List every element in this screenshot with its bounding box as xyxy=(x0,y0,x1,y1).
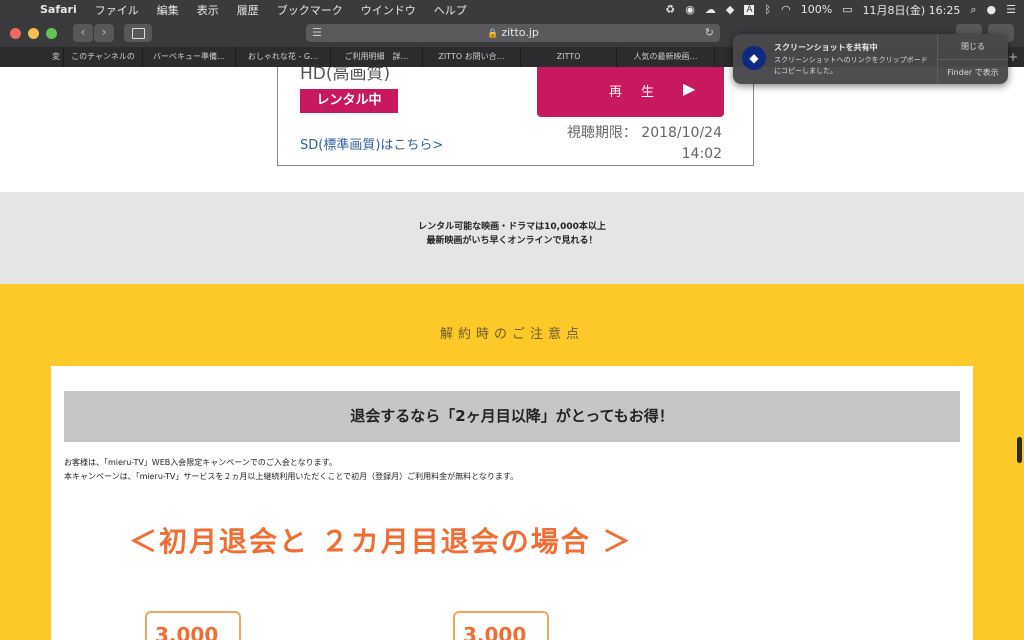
tab-6[interactable]: ZITTO お問い合… xyxy=(423,47,521,67)
menu-bar: Safari ファイル 編集 表示 履歴 ブックマーク ウインドウ ヘルプ ♻ … xyxy=(0,0,1024,19)
url-text: zitto.jp xyxy=(501,26,539,39)
price-box-left: 3,000 xyxy=(145,611,241,640)
viewing-limit-time: 14:02 xyxy=(681,146,722,162)
cancel-section: 解約時のご注意点 退会するなら「2ヶ月目以降」がとってもお得！ お客様は、「mi… xyxy=(0,284,1024,640)
extension-icon[interactable]: ♻ xyxy=(665,3,675,16)
note-line-2: 本キャンペーンは、「mieru-TV」サービスを２ヵ月以上継続利用いただくことで… xyxy=(64,472,519,481)
tab-2[interactable]: このチャンネルの xyxy=(64,47,143,67)
address-bar[interactable]: ☰ 🔒 zitto.jp ↻ xyxy=(306,24,720,42)
back-button[interactable]: ‹ xyxy=(73,24,93,42)
comparison-heading: ＜初月退会と ２カ月目退会の場合 ＞ xyxy=(129,525,633,558)
siri-icon[interactable]: ● xyxy=(987,3,997,16)
spotlight-icon[interactable]: ⌕ xyxy=(970,3,976,17)
notification-title: スクリーンショットを共有中 xyxy=(774,43,878,52)
screenshot-notification: ◆ スクリーンショットを共有中 スクリーンショットへのリンクをクリップボードにコ… xyxy=(733,34,1008,84)
notification-body: スクリーンショットへのリンクをクリップボードにコピーしました。 xyxy=(774,56,928,75)
nav-buttons: ‹ › xyxy=(73,24,114,42)
promo-line-1: レンタル可能な映画・ドラマは10,000本以上 xyxy=(418,222,606,232)
menu-file[interactable]: ファイル xyxy=(95,2,139,18)
minimize-window-icon[interactable] xyxy=(28,27,39,39)
dropbox-status-icon[interactable]: ◆ xyxy=(726,3,734,16)
cancel-info-card: 退会するなら「2ヶ月目以降」がとってもお得！ お客様は、「mieru-TV」WE… xyxy=(51,366,973,640)
price-right: 3,000 xyxy=(463,623,527,640)
sd-quality-link[interactable]: SD(標準画質)はこちら> xyxy=(300,134,443,153)
cloud-icon[interactable]: ☁ xyxy=(705,3,716,16)
web-page: HD(高画質) レンタル中 SD(標準画質)はこちら> 再 生 ▶ 視聴期限： … xyxy=(0,67,1024,640)
show-in-finder-button[interactable]: Finder で表示 xyxy=(938,59,1008,84)
app-menu[interactable]: Safari xyxy=(40,3,77,16)
cc-icon[interactable]: ◉ xyxy=(685,3,695,16)
play-label: 再 生 xyxy=(609,85,658,100)
quality-label: HD(高画質) xyxy=(300,67,391,84)
price-box-right: 3,000 xyxy=(453,611,549,640)
window-controls xyxy=(10,27,57,39)
tab-1[interactable]: 変 xyxy=(0,47,64,67)
section-title: 解約時のご注意点 xyxy=(439,327,584,342)
viewing-limit-date: 視聴期限： 2018/10/24 xyxy=(566,125,722,141)
close-button[interactable]: 閉じる xyxy=(938,34,1008,59)
dropbox-icon: ◆ xyxy=(742,46,766,70)
reader-icon[interactable]: ☰ xyxy=(312,24,322,42)
menu-help[interactable]: ヘルプ xyxy=(434,2,467,18)
promo-line-2: 最新映画がいち早くオンラインで見れる！ xyxy=(426,236,598,246)
status-area: ♻ ◉ ☁ ◆ A ᛒ ◠ 100% ▭ 11月8日(金) 16:25 ⌕ ● … xyxy=(665,0,1016,19)
play-icon: ▶ xyxy=(683,79,696,98)
reload-icon[interactable]: ↻ xyxy=(705,24,714,42)
play-button[interactable]: 再 生 ▶ xyxy=(537,67,724,117)
page-scrollbar[interactable] xyxy=(1017,437,1022,463)
note-line-1: お客様は、「mieru-TV」WEB入会限定キャンペーンでのご入会となります。 xyxy=(64,458,337,467)
viewing-limit: 視聴期限： 2018/10/24 14:02 xyxy=(567,123,722,165)
promo-band: レンタル可能な映画・ドラマは10,000本以上 最新映画がいち早くオンラインで見… xyxy=(0,192,1024,284)
input-source-icon[interactable]: A xyxy=(744,4,755,15)
rental-card: HD(高画質) レンタル中 SD(標準画質)はこちら> 再 生 ▶ 視聴期限： … xyxy=(277,67,754,166)
sidebar-toggle-button[interactable] xyxy=(124,24,152,42)
lock-icon: 🔒 xyxy=(487,29,499,39)
new-tab-icon[interactable]: + xyxy=(1008,47,1018,67)
tab-8[interactable]: 人気の最新映画… xyxy=(617,47,715,67)
menu-bookmarks[interactable]: ブックマーク xyxy=(277,2,343,18)
tab-7[interactable]: ZITTO xyxy=(521,47,617,67)
tab-5[interactable]: ご利用明細 詳… xyxy=(331,47,423,67)
tab-4[interactable]: おしゃれな花 - G… xyxy=(236,47,331,67)
rental-status-badge: レンタル中 xyxy=(300,89,398,113)
notification-center-icon[interactable]: ☰ xyxy=(1006,3,1016,16)
menu-history[interactable]: 履歴 xyxy=(237,2,259,18)
close-window-icon[interactable] xyxy=(10,27,21,39)
menu-window[interactable]: ウインドウ xyxy=(361,2,416,18)
battery-percent: 100% xyxy=(800,3,833,16)
price-left: 3,000 xyxy=(155,623,219,640)
tab-3[interactable]: バーベキュー準備… xyxy=(143,47,236,67)
wifi-icon[interactable]: ◠ xyxy=(781,3,791,16)
battery-icon[interactable]: ▭ xyxy=(842,3,852,16)
clock[interactable]: 11月8日(金) 16:25 xyxy=(863,2,961,18)
menu-edit[interactable]: 編集 xyxy=(157,2,179,18)
cancel-banner: 退会するなら「2ヶ月目以降」がとってもお得！ xyxy=(64,391,960,442)
menu-view[interactable]: 表示 xyxy=(197,2,219,18)
bluetooth-icon[interactable]: ᛒ xyxy=(764,3,771,16)
forward-button[interactable]: › xyxy=(94,24,114,42)
notification-actions: 閉じる Finder で表示 xyxy=(937,34,1008,84)
zoom-window-icon[interactable] xyxy=(46,27,57,39)
